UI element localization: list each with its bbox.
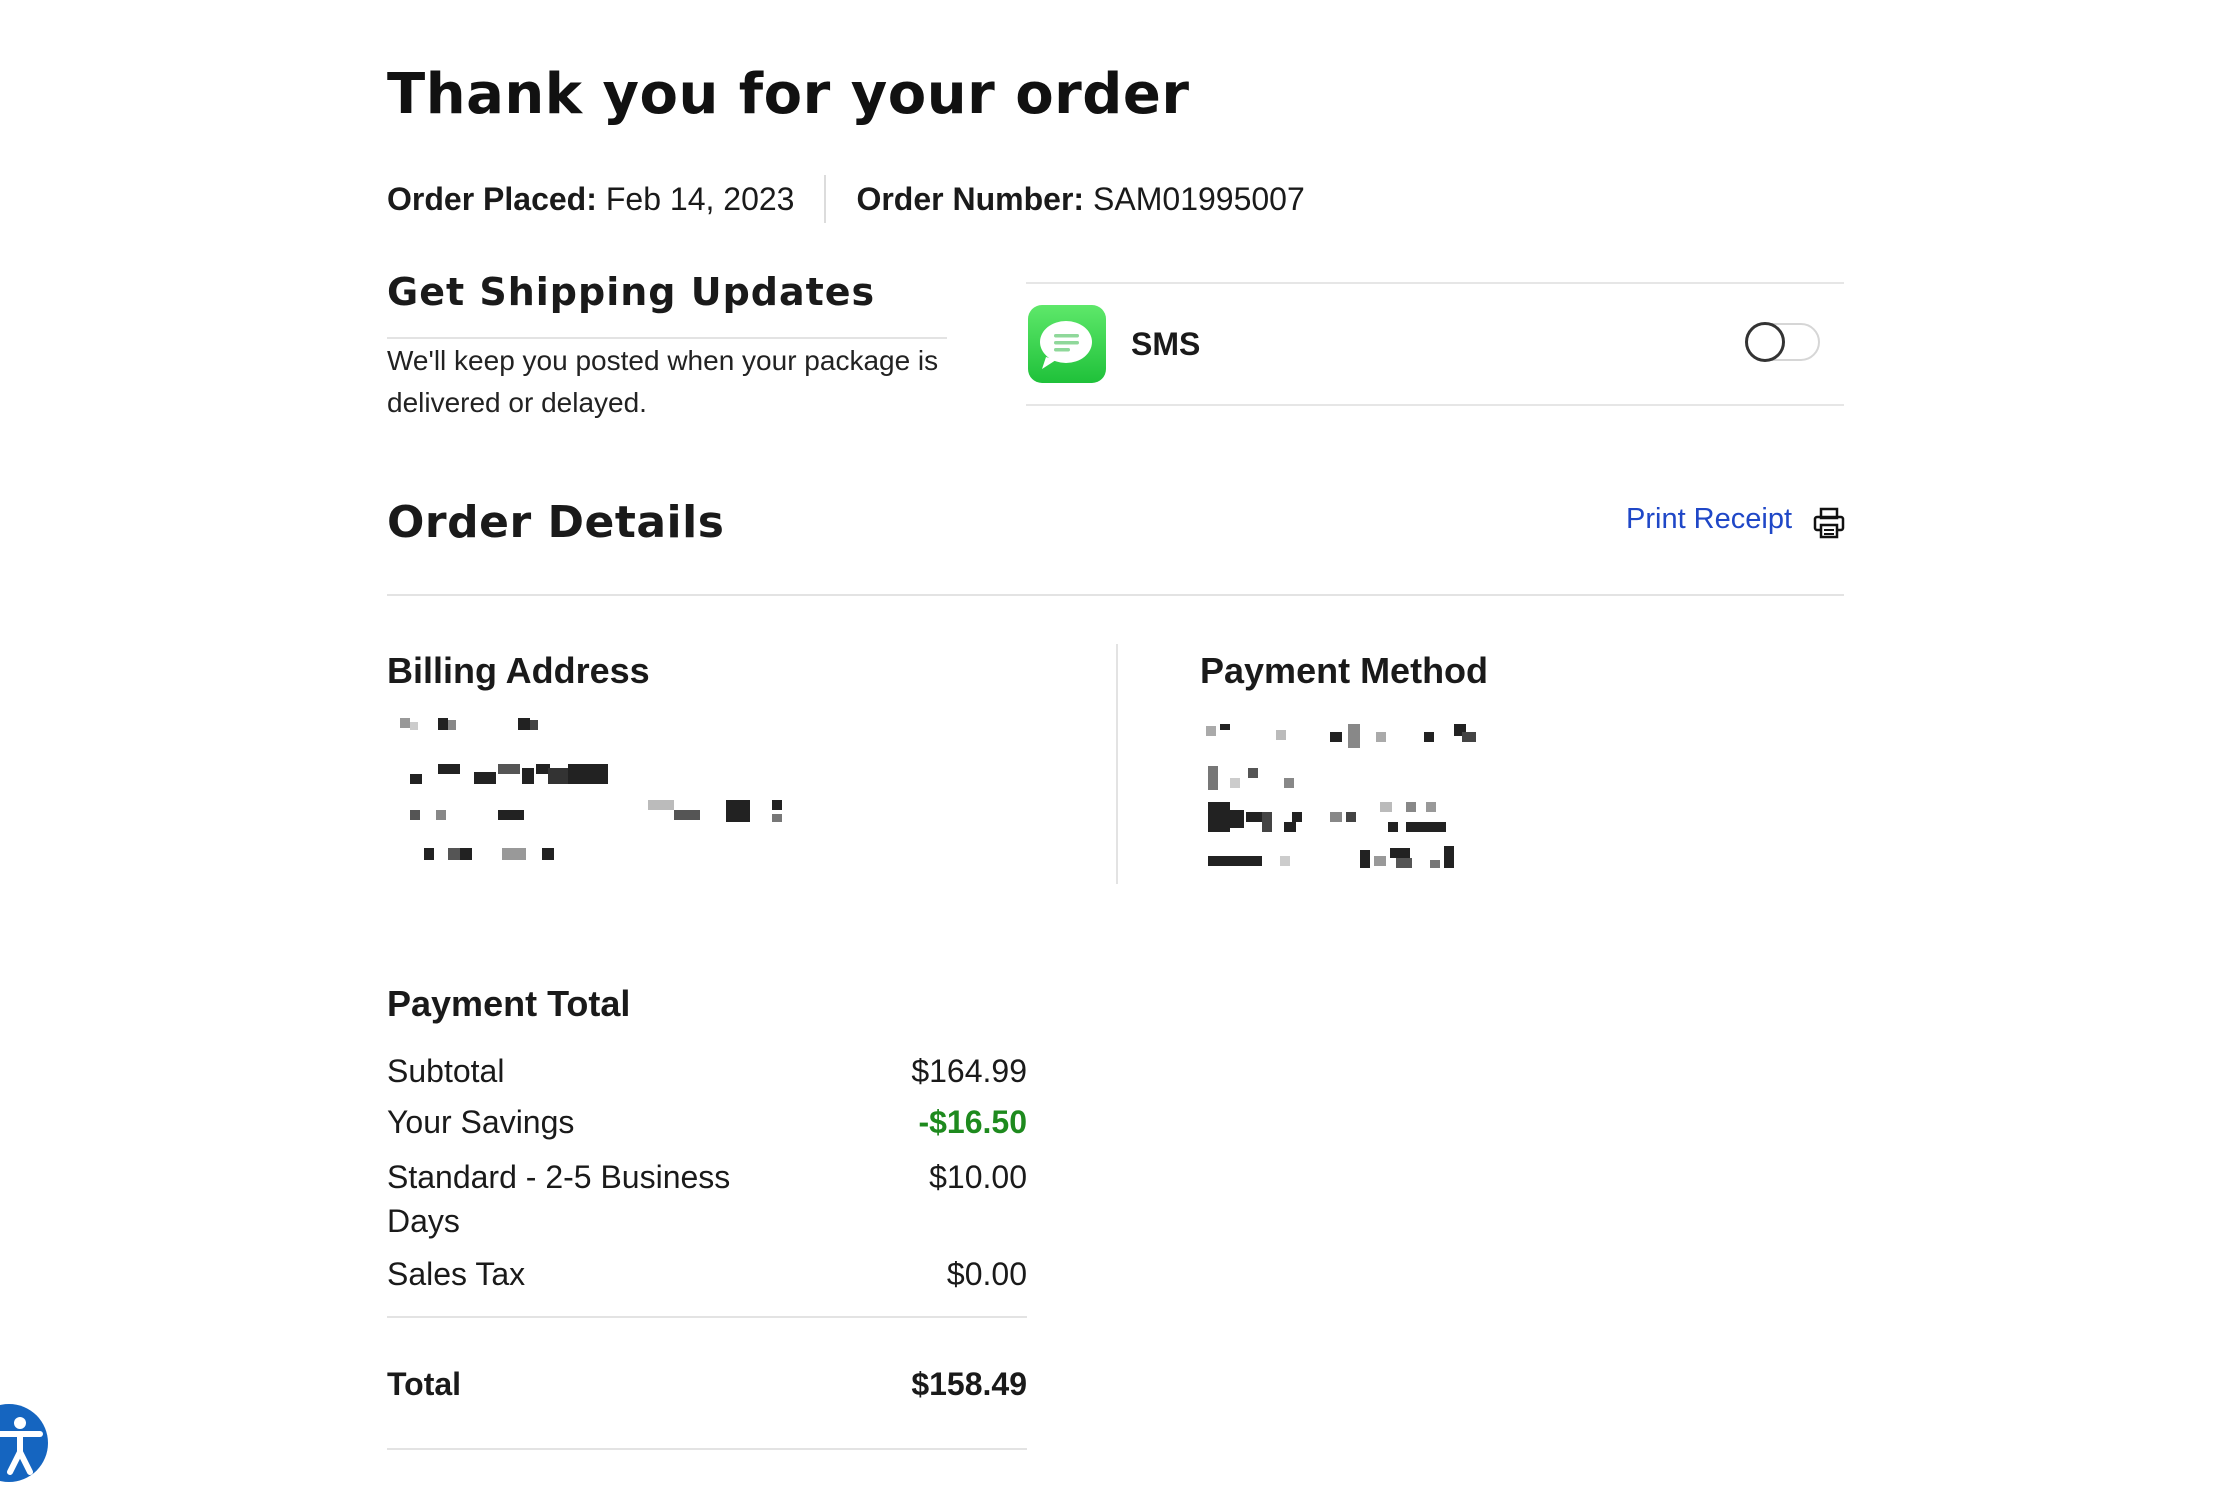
order-details-divider — [387, 594, 1844, 596]
subtotal-value: $164.99 — [911, 1053, 1027, 1089]
total-row: Total $158.49 — [387, 1362, 1027, 1406]
shipping-updates-description: We'll keep you posted when your package … — [387, 345, 939, 418]
total-top-divider — [387, 1316, 1027, 1318]
sms-bottom-divider — [1026, 404, 1844, 406]
print-receipt-link[interactable]: Print Receipt — [1626, 503, 1792, 536]
order-details-title: Order Details — [387, 497, 725, 548]
sales-tax-row: Sales Tax $0.00 — [387, 1252, 1027, 1296]
sms-toggle[interactable] — [1745, 322, 1820, 362]
order-meta: Order Placed: Feb 14, 2023 Order Number:… — [387, 175, 1305, 223]
shipping-updates-title: Get Shipping Updates — [387, 270, 876, 314]
accessibility-icon[interactable] — [0, 1404, 48, 1482]
payment-method-heading: Payment Method — [1200, 650, 1489, 691]
billing-address-heading: Billing Address — [387, 650, 650, 691]
sms-top-divider — [1026, 282, 1844, 284]
sales-tax-label: Sales Tax — [387, 1256, 526, 1292]
savings-value: -$16.50 — [918, 1104, 1027, 1140]
shipping-label: Standard - 2-5 Business Days — [387, 1159, 731, 1239]
total-bottom-divider — [387, 1448, 1027, 1450]
billing-address-redacted — [400, 718, 782, 860]
sales-tax-value: $0.00 — [946, 1256, 1027, 1292]
meta-divider — [824, 175, 827, 223]
order-number-value: SAM01995007 — [1093, 180, 1305, 217]
total-value: $158.49 — [911, 1366, 1027, 1402]
message-bubble-icon — [1028, 305, 1106, 383]
subtotal-row: Subtotal $164.99 — [387, 1049, 1027, 1093]
shipping-value: $10.00 — [929, 1159, 1027, 1195]
savings-label: Your Savings — [387, 1104, 575, 1140]
sms-label: SMS — [1131, 326, 1201, 362]
printer-icon[interactable] — [1812, 506, 1846, 540]
payment-total-heading: Payment Total — [387, 983, 631, 1024]
details-column-divider — [1116, 644, 1118, 884]
order-placed-label: Order Placed: — [387, 180, 597, 217]
page-title: Thank you for your order — [387, 62, 1190, 127]
shipping-updates-divider — [387, 337, 947, 339]
shipping-row: Standard - 2-5 Business Days $10.00 — [387, 1155, 1027, 1243]
subtotal-label: Subtotal — [387, 1053, 505, 1089]
toggle-knob — [1745, 322, 1785, 362]
payment-method-redacted — [1206, 724, 1476, 868]
savings-row: Your Savings -$16.50 — [387, 1100, 1027, 1144]
order-number-label: Order Number: — [856, 180, 1085, 217]
total-label: Total — [387, 1366, 462, 1402]
order-placed-value: Feb 14, 2023 — [605, 180, 795, 217]
